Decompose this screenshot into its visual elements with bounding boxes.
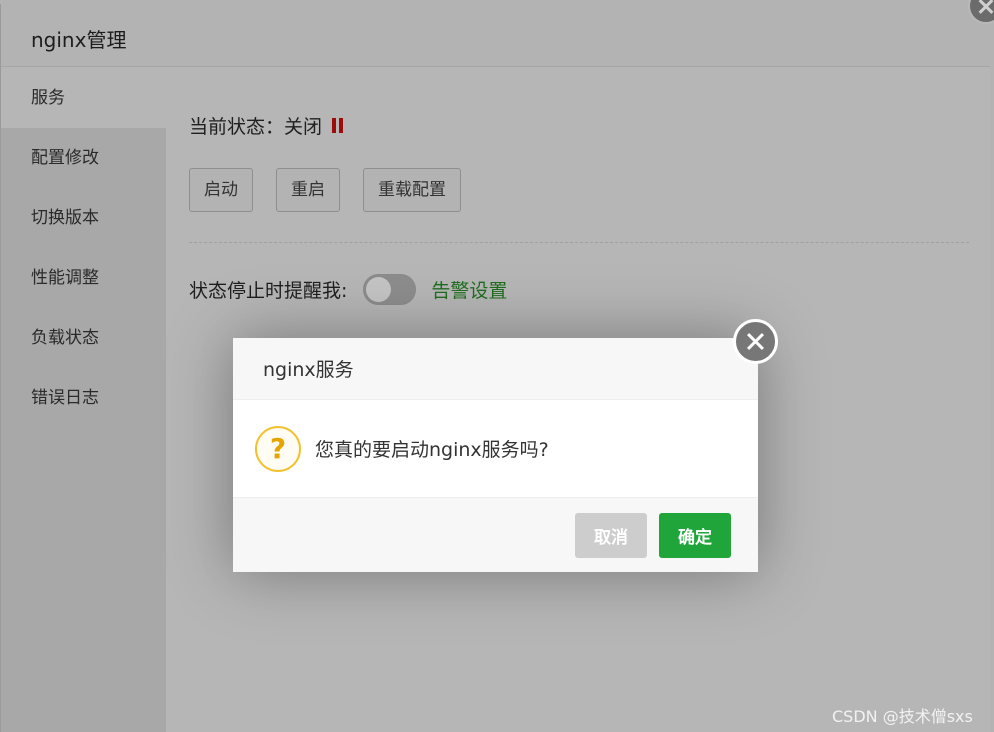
dialog-footer: 取消 确定 bbox=[233, 497, 758, 572]
dialog-body: ? 您真的要启动nginx服务吗? bbox=[233, 400, 758, 497]
sidebar-item-version[interactable]: 切换版本 bbox=[1, 188, 166, 248]
panel-title: nginx管理 bbox=[31, 28, 127, 52]
cancel-button[interactable]: 取消 bbox=[575, 512, 647, 558]
sidebar-item-load-status[interactable]: 负载状态 bbox=[1, 308, 166, 368]
dialog-close-icon[interactable] bbox=[733, 319, 778, 364]
sidebar: 服务 配置修改 切换版本 性能调整 负载状态 错误日志 bbox=[1, 68, 166, 732]
alert-label: 状态停止时提醒我: bbox=[189, 280, 348, 302]
service-status: 当前状态：关闭 bbox=[189, 112, 344, 139]
page: nginx管理 服务 配置修改 切换版本 性能调整 负载状态 错误日志 当前状态… bbox=[0, 0, 994, 732]
status-label: 当前状态：关闭 bbox=[189, 116, 323, 138]
alert-settings-link[interactable]: 告警设置 bbox=[431, 276, 507, 303]
sidebar-item-error-log[interactable]: 错误日志 bbox=[1, 368, 166, 428]
sidebar-item-performance[interactable]: 性能调整 bbox=[1, 248, 166, 308]
sidebar-item-service[interactable]: 服务 bbox=[1, 68, 166, 128]
divider bbox=[189, 242, 969, 243]
restart-button[interactable]: 重启 bbox=[276, 168, 340, 212]
dialog-title: nginx服务 bbox=[233, 338, 758, 400]
panel-header: nginx管理 bbox=[1, 4, 990, 67]
reload-config-button[interactable]: 重载配置 bbox=[363, 168, 461, 212]
start-button[interactable]: 启动 bbox=[189, 168, 253, 212]
confirm-button[interactable]: 确定 bbox=[659, 512, 731, 558]
dialog-message: 您真的要启动nginx服务吗? bbox=[315, 439, 549, 461]
stopped-status-icon bbox=[332, 118, 344, 133]
service-buttons: 启动 重启 重载配置 bbox=[189, 168, 484, 212]
sidebar-item-config[interactable]: 配置修改 bbox=[1, 128, 166, 188]
watermark: CSDN @技术僧sxs bbox=[832, 707, 973, 726]
alert-toggle[interactable] bbox=[363, 274, 417, 305]
confirm-dialog: nginx服务 ? 您真的要启动nginx服务吗? 取消 确定 bbox=[233, 338, 758, 572]
alert-setting-row: 状态停止时提醒我: 告警设置 bbox=[189, 274, 507, 305]
question-icon: ? bbox=[255, 425, 301, 472]
